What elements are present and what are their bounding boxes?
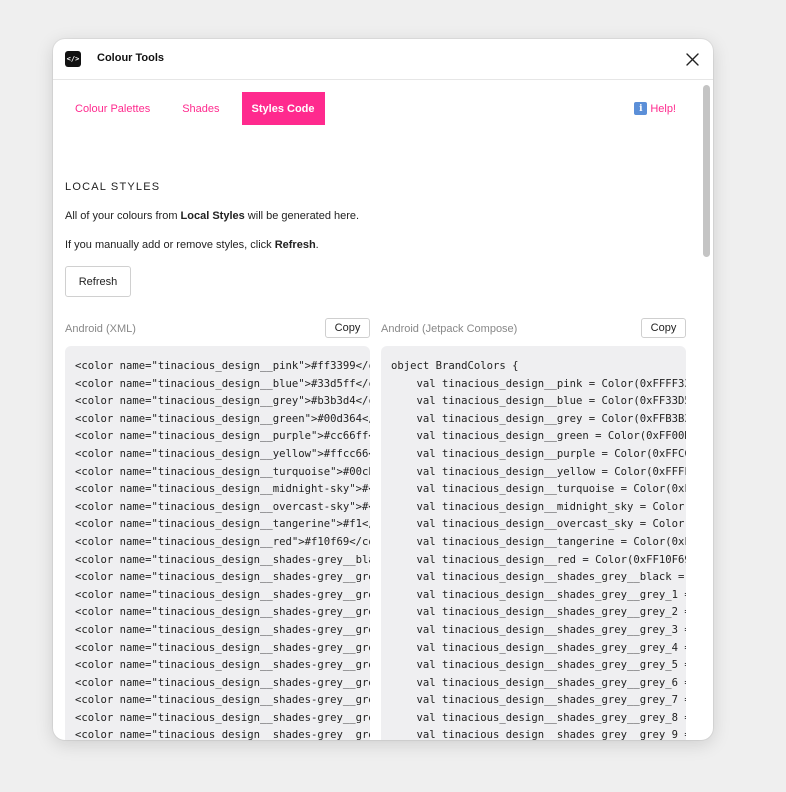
- tab-shades[interactable]: Shades: [172, 92, 229, 125]
- p2-bold: Refresh: [274, 239, 316, 251]
- code-line: val tinacious_design__shades_grey__black…: [416, 571, 685, 584]
- code-line: <color name="tinacious_design__red">#f10…: [75, 535, 370, 548]
- code-line: <color name="tinacious_design__shades-gr…: [75, 694, 370, 707]
- p1-prefix: All of your colours from: [65, 210, 181, 222]
- code-line: <color name="tinacious_design__pink">#ff…: [75, 360, 370, 372]
- info-icon: i: [634, 102, 648, 115]
- p2-suffix: .: [315, 239, 319, 251]
- code-line: <color name="tinacious_design__grey">#b3…: [75, 395, 370, 408]
- title-bar: </> Colour Tools: [53, 39, 713, 80]
- code-line: val tinacious_design__purple = Color(0xF…: [416, 447, 687, 460]
- code-line: <color name="tinacious_design__green">#0…: [75, 412, 370, 425]
- code-line: val tinacious_design__pink = Color(0xFFF…: [391, 377, 687, 390]
- help-link[interactable]: i Help!: [634, 102, 676, 115]
- window-title: Colour Tools: [97, 52, 165, 64]
- close-button[interactable]: [683, 50, 701, 68]
- close-icon: [685, 52, 699, 66]
- description-line-2: If you manually add or remove styles, cl…: [65, 239, 319, 251]
- code-line: <color name="tinacious_design__shades-gr…: [75, 711, 370, 724]
- code-line: val tinacious_design__shades_grey__grey_…: [416, 623, 687, 636]
- compose-code-block[interactable]: object BrandColors { val tinacious_desig…: [381, 346, 686, 740]
- code-line: val tinacious_design__turquoise = Color(…: [416, 483, 687, 496]
- code-line: <color name="tinacious_design__blue">#33…: [75, 377, 370, 390]
- code-line: val tinacious_design__shades_grey__grey_…: [416, 606, 687, 619]
- code-line: val tinacious_design__green = Color(0xFF…: [391, 430, 687, 443]
- code-line: <color name="tinacious_design__shades-gr…: [75, 676, 370, 689]
- code-line: <color name="tinacious_design__shades-gr…: [75, 571, 370, 584]
- code-line: <color name="tinacious_design__yellow">#…: [75, 447, 370, 460]
- colour-tools-window: </> Colour Tools Colour Palettes Shades …: [53, 39, 713, 740]
- code-line: <color name="tinacious_design__shades-gr…: [75, 588, 370, 601]
- code-line: <color name="tinacious_design__shades-gr…: [75, 553, 370, 566]
- code-line: val tinacious_design__red = Color(0xFF10…: [391, 553, 687, 566]
- p2-prefix: If you manually add or remove styles, cl…: [65, 239, 275, 251]
- code-line: val tinacious_design__grey = Color(0xFFB…: [391, 412, 687, 425]
- help-label: Help!: [650, 102, 676, 115]
- code-line: val tinacious_design__yellow = Color(0xF…: [416, 465, 687, 478]
- code-line: object BrandColors {: [391, 360, 519, 372]
- scrollbar-thumb[interactable]: [703, 85, 710, 257]
- code-line: val tinacious_design__shades_grey__grey_…: [416, 588, 687, 601]
- code-line: <color name="tinacious_design__shades-gr…: [75, 729, 370, 740]
- code-line: <color name="tinacious_design__shades-gr…: [75, 623, 370, 636]
- refresh-button[interactable]: Refresh: [65, 266, 131, 297]
- plugin-content: Colour Palettes Shades Styles Code i Hel…: [53, 81, 699, 740]
- code-line: <color name="tinacious_design__shades-gr…: [75, 606, 370, 619]
- scrollbar[interactable]: [699, 81, 713, 740]
- tab-styles-code[interactable]: Styles Code: [241, 92, 325, 125]
- code-line: <color name="tinacious_design__tangerine…: [75, 518, 370, 531]
- code-line: val tinacious_design__shades_grey__grey_…: [416, 729, 687, 740]
- code-line: <color name="tinacious_design__shades-gr…: [75, 659, 370, 672]
- xml-code-block[interactable]: <color name="tinacious_design__pink">#ff…: [65, 346, 370, 740]
- code-line: <color name="tinacious_design__turquoise…: [75, 465, 370, 478]
- code-line: <color name="tinacious_design__purple">#…: [75, 430, 370, 443]
- code-line: val tinacious_design__blue = Color(0xFF3…: [391, 395, 687, 408]
- tab-bar: Colour Palettes Shades Styles Code: [65, 92, 325, 125]
- code-icon: </>: [65, 51, 81, 67]
- code-line: val tinacious_design__shades_grey__grey_…: [416, 711, 687, 724]
- code-line: val tinacious_design__shades_grey__grey_…: [416, 659, 687, 672]
- code-line: <color name="tinacious_design__shades-gr…: [75, 641, 370, 654]
- code-line: <color name="tinacious_design__midnight-…: [75, 483, 370, 496]
- compose-panel-label: Android (Jetpack Compose): [381, 323, 518, 335]
- section-title: LOCAL STYLES: [65, 181, 161, 193]
- code-line: val tinacious_design__shades_grey__grey_…: [416, 694, 687, 707]
- description-line-1: All of your colours from Local Styles wi…: [65, 210, 359, 222]
- code-line: val tinacious_design__shades_grey__grey_…: [416, 676, 687, 689]
- xml-panel-label: Android (XML): [65, 323, 136, 335]
- code-line: val tinacious_design__overcast_sky = Col…: [391, 518, 687, 531]
- p1-bold: Local Styles: [180, 210, 245, 222]
- tab-colour-palettes[interactable]: Colour Palettes: [65, 92, 160, 125]
- code-line: val tinacious_design__shades_grey__grey_…: [416, 641, 687, 654]
- copy-xml-button[interactable]: Copy: [325, 318, 370, 338]
- code-line: val tinacious_design__tangerine = Color(…: [391, 535, 687, 548]
- code-line: <color name="tinacious_design__overcast-…: [75, 500, 370, 513]
- copy-compose-button[interactable]: Copy: [641, 318, 686, 338]
- code-line: val tinacious_design__midnight_sky = Col…: [391, 500, 687, 513]
- p1-suffix: will be generated here.: [244, 210, 360, 222]
